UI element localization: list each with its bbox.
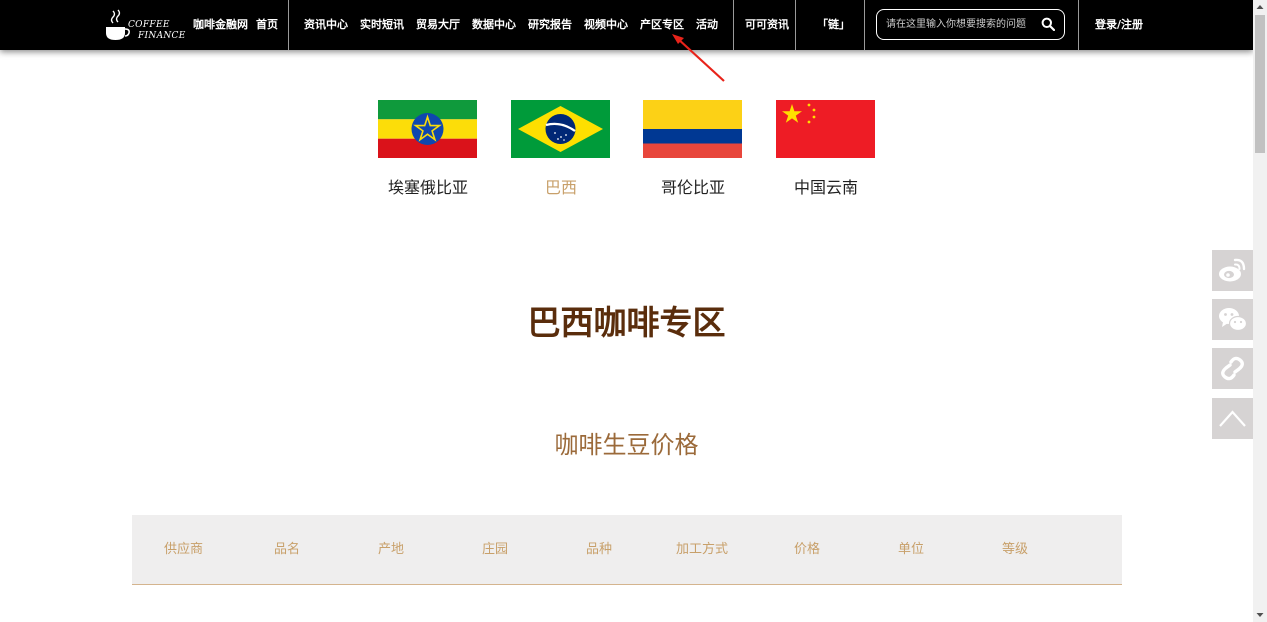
login-register-link[interactable]: 登录/注册: [1095, 0, 1143, 50]
column-header-supplier: 供应商: [164, 542, 204, 557]
column-header-estate: 庄园: [482, 542, 509, 557]
back-to-top-icon: [1219, 410, 1246, 427]
page-title: 巴西咖啡专区: [527, 303, 726, 342]
nav-divider: [1078, 0, 1079, 50]
column-header-processing: 加工方式: [676, 542, 729, 557]
scroll-up-icon[interactable]: [1253, 0, 1267, 14]
column-header-variety: 品种: [586, 542, 613, 557]
section-title: 咖啡生豆价格: [554, 431, 699, 459]
region-label[interactable]: 中国云南: [776, 174, 876, 198]
nav-chain[interactable]: 「链」: [817, 0, 850, 50]
colombia-flag-icon: [643, 100, 742, 158]
weibo-icon: [1219, 258, 1246, 282]
nav-home[interactable]: 首页: [256, 0, 278, 50]
nav-trade-hall[interactable]: 贸易大厅: [416, 0, 460, 50]
nav-divider: [288, 0, 289, 50]
search-box: [876, 9, 1065, 40]
brazil-flag-icon: [511, 100, 610, 158]
price-table-header: 供应商 品名 产地 庄园 品种 加工方式 价格 单位 等级: [132, 515, 1122, 585]
nav-flash-news[interactable]: 实时短讯: [360, 0, 404, 50]
column-header-grade: 等级: [1002, 542, 1029, 557]
region-label[interactable]: 哥伦比亚: [643, 174, 743, 198]
search-icon[interactable]: [1041, 17, 1055, 31]
vertical-scrollbar[interactable]: [1253, 0, 1267, 622]
search-input[interactable]: [886, 16, 1036, 32]
nav-data-center[interactable]: 数据中心: [472, 0, 516, 50]
region-card-colombia[interactable]: 哥伦比亚: [643, 100, 743, 197]
annotation-arrow-icon: [672, 34, 725, 82]
site-name-link[interactable]: 咖啡金融网: [193, 0, 248, 50]
china-flag-icon: [776, 100, 875, 158]
top-navigation-bar: COFFEE FINANCE 咖啡金融网 首页 资讯中心 实时短讯 贸易大厅 数…: [0, 0, 1253, 50]
ethiopia-flag-icon: [378, 100, 477, 158]
nav-divider: [733, 0, 734, 50]
column-header-product-name: 品名: [274, 542, 301, 557]
region-card-brazil[interactable]: 巴西: [511, 100, 611, 197]
nav-video-center[interactable]: 视频中心: [584, 0, 628, 50]
region-card-china-yunnan[interactable]: 中国云南: [776, 100, 876, 197]
nav-divider: [795, 0, 796, 50]
copy-link-button[interactable]: [1212, 348, 1253, 389]
nav-cocoa-news[interactable]: 可可资讯: [745, 0, 789, 50]
logo-text-coffee: COFFEE: [128, 20, 170, 30]
wechat-share-button[interactable]: [1212, 299, 1253, 340]
region-card-ethiopia[interactable]: 埃塞俄比亚: [378, 100, 478, 197]
region-label[interactable]: 埃塞俄比亚: [378, 174, 478, 198]
column-header-price: 价格: [794, 542, 821, 557]
coffee-cup-icon: [106, 9, 130, 40]
column-header-origin: 产地: [378, 542, 405, 557]
coffee-finance-logo[interactable]: COFFEE FINANCE: [104, 6, 186, 44]
back-to-top-button[interactable]: [1212, 398, 1253, 439]
logo-text-finance: FINANCE: [138, 31, 186, 41]
region-label-active[interactable]: 巴西: [511, 174, 611, 198]
scrollbar-thumb[interactable]: [1255, 15, 1265, 153]
nav-research-reports[interactable]: 研究报告: [528, 0, 572, 50]
nav-divider: [864, 0, 865, 50]
wechat-icon: [1219, 308, 1247, 332]
weibo-share-button[interactable]: [1212, 250, 1253, 291]
column-header-unit: 单位: [898, 542, 925, 557]
scroll-down-icon[interactable]: [1253, 608, 1267, 622]
link-icon: [1221, 356, 1244, 381]
nav-news-center[interactable]: 资讯中心: [304, 0, 348, 50]
